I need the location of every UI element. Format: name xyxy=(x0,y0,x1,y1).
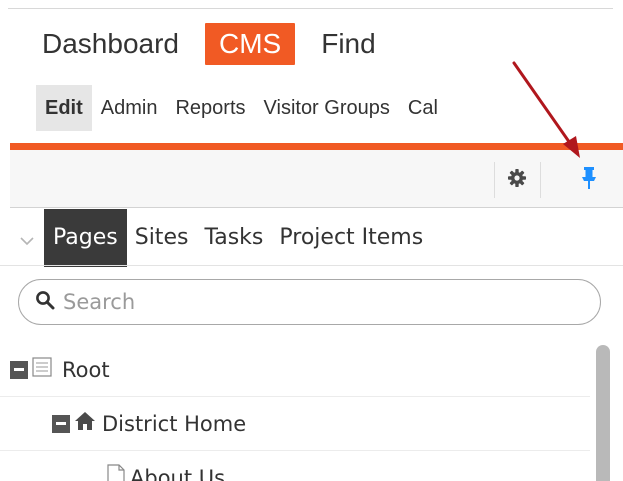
tab-tasks[interactable]: Tasks xyxy=(196,209,271,267)
top-navigation: Dashboard CMS Find Edit Admin Reports Vi… xyxy=(0,0,623,143)
submenu-visitor-groups[interactable]: Visitor Groups xyxy=(255,85,399,131)
submenu-admin[interactable]: Admin xyxy=(92,85,167,131)
page-icon xyxy=(106,464,126,481)
tree-node-about-us[interactable]: About Us xyxy=(0,451,590,481)
sub-menu: Edit Admin Reports Visitor Groups Cal xyxy=(36,85,447,131)
pane-toolbar xyxy=(10,150,623,208)
tab-divider xyxy=(0,265,623,266)
search-input[interactable] xyxy=(63,290,583,314)
root-page-icon xyxy=(32,357,52,382)
accent-bar xyxy=(10,143,623,150)
tree-node-label: About Us xyxy=(130,465,226,481)
collapse-toggle[interactable] xyxy=(52,414,70,433)
menu-dashboard[interactable]: Dashboard xyxy=(30,23,191,65)
main-menu: Dashboard CMS Find xyxy=(30,22,388,66)
menu-cms[interactable]: CMS xyxy=(204,23,296,65)
toolbar-divider xyxy=(494,162,495,198)
tree-scrollbar[interactable] xyxy=(596,345,610,481)
submenu-cal[interactable]: Cal xyxy=(399,85,447,131)
tab-sites[interactable]: Sites xyxy=(127,209,197,267)
tab-pages[interactable]: Pages xyxy=(44,209,127,267)
chevron-down-icon[interactable] xyxy=(20,233,34,251)
pane-tab-bar: Pages Sites Tasks Project Items xyxy=(10,209,623,267)
collapse-toggle[interactable] xyxy=(10,360,28,379)
pane-tabs: Pages Sites Tasks Project Items xyxy=(44,209,431,267)
toolbar-divider xyxy=(540,162,541,198)
page-tree: Root District Home About Us xyxy=(0,343,623,481)
tab-project-items[interactable]: Project Items xyxy=(271,209,431,267)
submenu-edit[interactable]: Edit xyxy=(36,85,92,131)
gear-icon xyxy=(507,168,527,193)
tree-node-label: Root xyxy=(62,357,110,382)
pin-icon xyxy=(581,166,597,195)
tree-node-label: District Home xyxy=(102,411,247,436)
tree-node-district-home[interactable]: District Home xyxy=(0,397,590,451)
pin-button[interactable] xyxy=(570,162,608,198)
settings-button[interactable] xyxy=(498,162,536,198)
submenu-reports[interactable]: Reports xyxy=(166,85,254,131)
search-box[interactable] xyxy=(18,279,601,325)
top-divider xyxy=(8,8,613,9)
search-icon xyxy=(35,290,55,315)
menu-find[interactable]: Find xyxy=(309,23,387,65)
tree-node-root[interactable]: Root xyxy=(0,343,590,397)
home-icon xyxy=(74,411,96,436)
